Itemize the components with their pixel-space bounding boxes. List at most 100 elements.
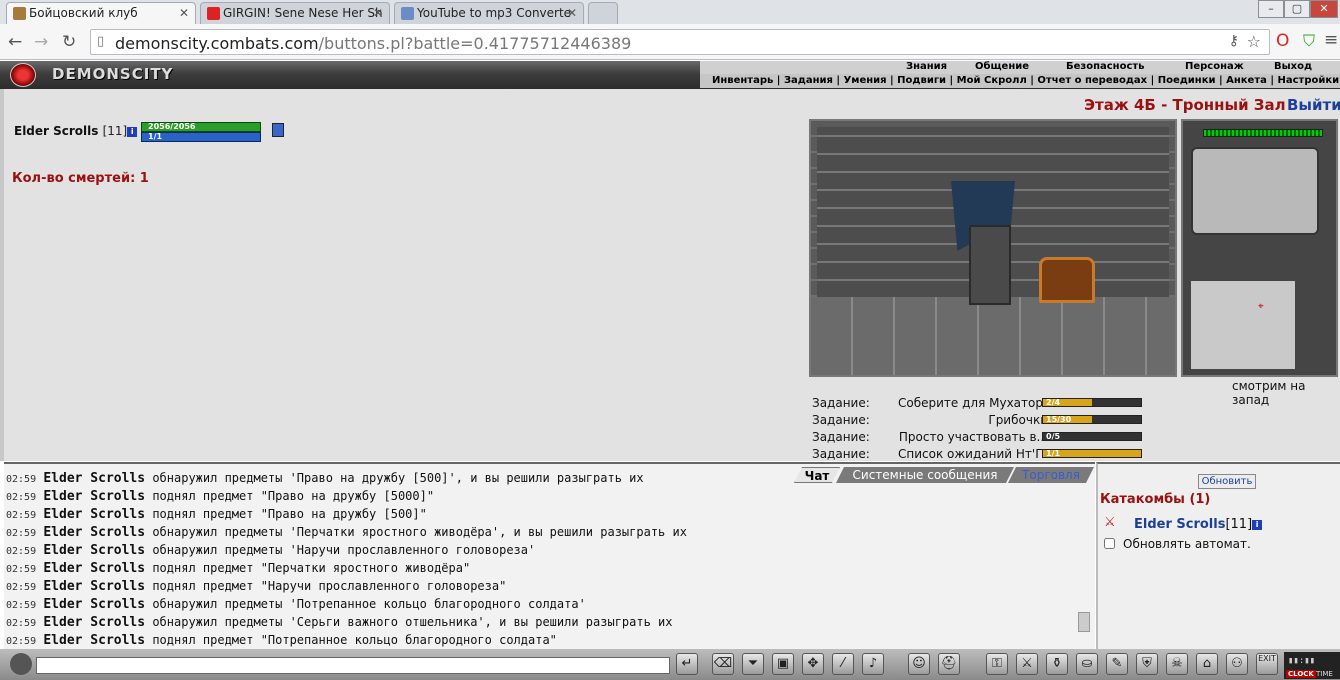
navigation-compass[interactable] <box>1191 147 1319 235</box>
shield-icon[interactable]: ⛉ <box>1303 31 1315 51</box>
tab-trade[interactable]: Торговля <box>1008 467 1094 483</box>
quest-progress-text: 0/5 <box>1046 432 1061 441</box>
quest-row[interactable]: Задание: Соберите для Мухатор... 2/4 <box>812 396 1152 410</box>
reload-icon[interactable]: ↻ <box>62 32 76 52</box>
chat-mode-icon[interactable] <box>10 653 32 675</box>
quest-row[interactable]: Задание: Грибочки 15/30 <box>812 413 1152 427</box>
attack-icon[interactable]: ⚔ <box>1104 515 1116 530</box>
dungeon-view[interactable] <box>809 119 1177 377</box>
send-icon[interactable]: ↵ <box>676 653 698 675</box>
player-nick[interactable]: Elder Scrolls [11] i <box>14 124 138 138</box>
sub-menu[interactable]: Инвентарь | Задания | Умения | Подвиги |… <box>700 74 1340 88</box>
menu-communication[interactable]: Общение <box>975 61 1029 72</box>
crossed-swords-icon <box>13 7 26 20</box>
message-time[interactable]: 02:59 <box>6 618 36 629</box>
group-icon[interactable]: ⚇ <box>1226 653 1248 675</box>
room-player-name[interactable]: Elder Scrolls <box>1134 517 1225 532</box>
info-icon[interactable]: i <box>127 127 138 137</box>
message-time[interactable]: 02:59 <box>6 564 36 575</box>
menu-exit[interactable]: Выход <box>1274 61 1312 72</box>
message-author[interactable]: Elder Scrolls <box>43 615 145 630</box>
room-player[interactable]: Elder Scrolls[11] i <box>1134 517 1263 532</box>
quest-row[interactable]: Задание: Просто участвовать в... 0/5 <box>812 430 1152 444</box>
message-time[interactable]: 02:59 <box>6 600 36 611</box>
sword-icon[interactable]: ⚔ <box>1016 653 1038 675</box>
smiley-icon[interactable]: ☺ <box>908 653 930 675</box>
message-author[interactable]: Elder Scrolls <box>43 597 145 612</box>
message-author[interactable]: Elder Scrolls <box>43 471 145 486</box>
info-icon[interactable]: i <box>1252 520 1263 530</box>
chat-message: 02:59 Elder Scrolls обнаружил предметы '… <box>6 542 806 560</box>
auto-refresh-option[interactable]: Обновлять автомат. <box>1104 537 1251 551</box>
armor-icon[interactable]: ⛨ <box>1136 653 1158 675</box>
tab-youtube-video[interactable]: GIRGIN! Sene Nese Her Sh ✕ <box>200 2 390 24</box>
throne-image[interactable] <box>969 225 1011 305</box>
bookmark-star-icon[interactable]: ☆ <box>1247 32 1261 51</box>
message-text: поднял предмет "Наручи прославленного го… <box>145 579 507 593</box>
chat-scrollbar[interactable] <box>1078 612 1090 632</box>
tab-chat[interactable]: Чат <box>794 467 840 483</box>
back-icon[interactable]: ← <box>8 32 22 52</box>
game-logo[interactable]: DEMONSCITY <box>10 63 182 87</box>
message-author[interactable]: Elder Scrolls <box>43 633 145 648</box>
close-window-button[interactable]: ✕ <box>1310 0 1338 18</box>
menu-character[interactable]: Персонаж <box>1185 61 1244 72</box>
close-tab-icon[interactable]: ✕ <box>179 6 189 20</box>
key-icon[interactable]: ⚷ <box>1229 33 1239 49</box>
tab-system-messages[interactable]: Системные сообщения <box>836 467 1014 483</box>
minimize-button[interactable]: – <box>1258 0 1284 18</box>
tab-fight-club[interactable]: Бойцовский клуб ✕ <box>6 2 196 24</box>
treasure-chest[interactable] <box>1039 257 1095 303</box>
message-time[interactable]: 02:59 <box>6 546 36 557</box>
message-author[interactable]: Elder Scrolls <box>43 489 145 504</box>
forward-icon[interactable]: → <box>34 32 48 52</box>
eraser-icon[interactable]: ⌫ <box>712 653 734 675</box>
lock-icon[interactable]: ⚿ <box>986 653 1008 675</box>
message-author[interactable]: Elder Scrolls <box>43 525 145 540</box>
close-tab-icon[interactable]: ✕ <box>567 6 577 20</box>
save-icon[interactable]: ▣ <box>772 653 794 675</box>
chest-icon[interactable]: ⛀ <box>1076 653 1098 675</box>
message-author[interactable]: Elder Scrolls <box>43 507 145 522</box>
player-name[interactable]: Elder Scrolls <box>14 124 98 138</box>
close-tab-icon[interactable]: ✕ <box>373 6 383 20</box>
message-time[interactable]: 02:59 <box>6 492 36 503</box>
translit-icon[interactable]: ⁄ <box>832 653 854 675</box>
exit-icon[interactable]: EXIT <box>1256 653 1278 675</box>
url-field[interactable]: ▯ demonscity.combats.com/buttons.pl?batt… <box>90 29 1270 55</box>
address-toolbar: ← → ↻ ▯ demonscity.combats.com/buttons.p… <box>0 24 1340 60</box>
message-time[interactable]: 02:59 <box>6 528 36 539</box>
message-time[interactable]: 02:59 <box>6 582 36 593</box>
skull-icon[interactable]: ☠ <box>1166 653 1188 675</box>
filter-icon[interactable]: ⏷ <box>742 653 764 675</box>
menu-icon[interactable]: ≡ <box>1324 30 1338 50</box>
clan-flag-icon[interactable] <box>272 123 284 137</box>
tab-yt-mp3[interactable]: YouTube to mp3 Converte ✕ <box>394 2 584 24</box>
figure-icon[interactable]: ✥ <box>802 653 824 675</box>
house-icon[interactable]: ⌂ <box>1196 653 1218 675</box>
message-time[interactable]: 02:59 <box>6 636 36 647</box>
helmet-icon[interactable]: ⛑ <box>938 653 960 675</box>
message-text: поднял предмет "Право на дружбу [5000]" <box>145 489 435 503</box>
quest-label: Задание: <box>812 430 870 444</box>
message-author[interactable]: Elder Scrolls <box>43 561 145 576</box>
menu-security[interactable]: Безопасность <box>1066 61 1145 72</box>
message-time[interactable]: 02:59 <box>6 510 36 521</box>
opera-icon[interactable]: O <box>1276 31 1289 51</box>
quest-row[interactable]: Задание: Список ожиданий Нт'Г... 1/1 <box>812 447 1152 461</box>
scroll-icon[interactable]: ✎ <box>1106 653 1128 675</box>
menu-knowledge[interactable]: Знания <box>906 61 947 72</box>
quest-label: Задание: <box>812 413 870 427</box>
auto-refresh-checkbox[interactable] <box>1104 538 1115 549</box>
new-tab-button[interactable] <box>588 2 618 24</box>
message-author[interactable]: Elder Scrolls <box>43 579 145 594</box>
chat-input[interactable] <box>36 657 670 674</box>
bag-icon[interactable]: ⚱ <box>1046 653 1068 675</box>
music-icon[interactable]: ♪ <box>862 653 884 675</box>
message-time[interactable]: 02:59 <box>6 474 36 485</box>
refresh-button[interactable]: Обновить <box>1198 474 1256 489</box>
exit-link[interactable]: Выйти <box>1287 96 1340 114</box>
chat-log[interactable]: 02:59 Elder Scrolls обнаружил предметы '… <box>6 470 806 668</box>
maximize-button[interactable]: ▢ <box>1284 0 1310 18</box>
message-author[interactable]: Elder Scrolls <box>43 543 145 558</box>
